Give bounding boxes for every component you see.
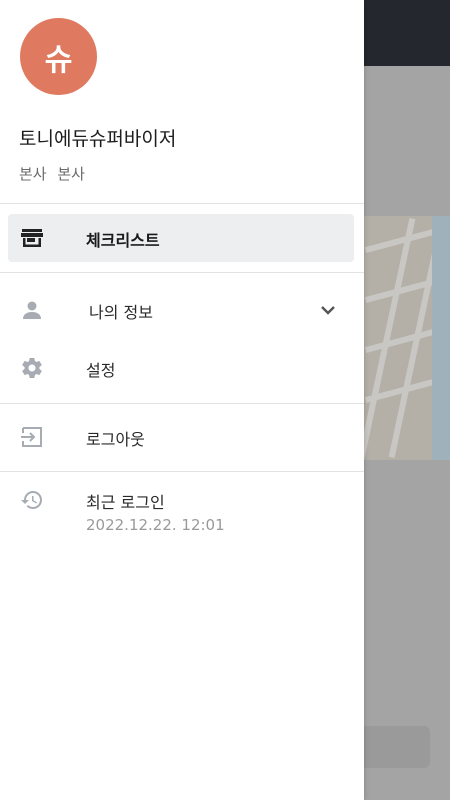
- person-icon: [23, 301, 41, 319]
- background-map: [364, 216, 450, 460]
- chevron-down-icon[interactable]: [316, 298, 340, 322]
- store-icon: [21, 229, 43, 247]
- menu-item-settings[interactable]: 설정: [8, 344, 354, 392]
- menu-label-checklist: 체크리스트: [86, 231, 160, 250]
- menu-label-logout: 로그아웃: [86, 430, 145, 449]
- navigation-drawer: 슈 토니에듀슈퍼바이저 본사 본사 체크리스트 나의 정보 설정 로그아웃 최근…: [0, 0, 364, 800]
- divider: [0, 471, 364, 472]
- menu-item-logout[interactable]: 로그아웃: [8, 413, 354, 461]
- menu-label-settings: 설정: [86, 361, 116, 380]
- menu-label-my-info: 나의 정보: [89, 303, 153, 322]
- avatar[interactable]: 슈: [20, 18, 97, 95]
- divider: [0, 272, 364, 273]
- recent-login-label: 최근 로그인: [86, 493, 165, 512]
- menu-item-my-info[interactable]: 나의 정보: [8, 286, 354, 334]
- logout-icon: [21, 427, 42, 447]
- history-icon: [21, 491, 42, 509]
- gear-icon: [22, 358, 42, 379]
- recent-login-timestamp: 2022.12.22. 12:01: [86, 516, 225, 534]
- divider: [0, 203, 364, 204]
- background-button: [364, 726, 430, 768]
- divider: [0, 403, 364, 404]
- recent-login-info: 최근 로그인 2022.12.22. 12:01: [8, 476, 354, 546]
- menu-item-checklist[interactable]: 체크리스트: [8, 214, 354, 262]
- user-name: 토니에듀슈퍼바이저: [19, 128, 177, 150]
- user-organization: 본사 본사: [19, 165, 85, 183]
